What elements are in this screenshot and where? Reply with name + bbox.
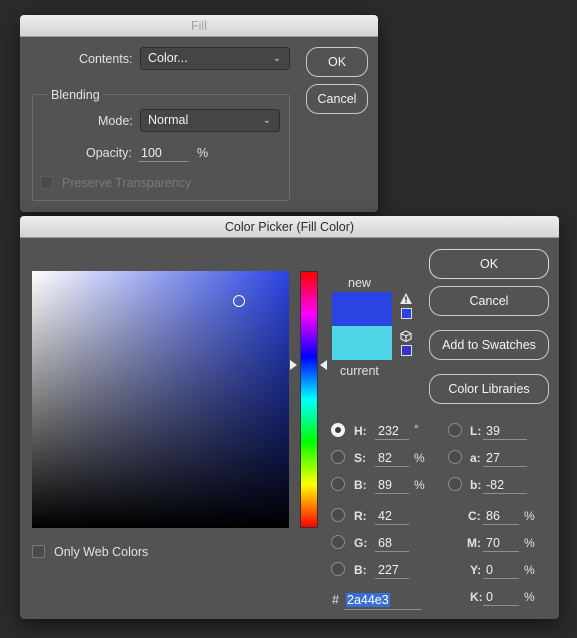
saturation-label: S: — [354, 451, 366, 465]
hex-prefix: # — [332, 593, 339, 607]
magenta-unit: % — [524, 536, 535, 550]
opacity-input[interactable]: 100 — [138, 144, 188, 162]
b-channel-input[interactable]: -82 — [483, 476, 527, 494]
current-color-swatch[interactable] — [332, 326, 392, 360]
brightness-radio[interactable] — [331, 477, 345, 491]
mode-label: Mode: — [98, 114, 133, 128]
saturation-unit: % — [414, 451, 425, 465]
black-label: K: — [470, 590, 483, 604]
gamut-color-swatch[interactable] — [401, 308, 412, 319]
cyan-label: C: — [468, 509, 481, 523]
a-channel-radio[interactable] — [448, 450, 462, 464]
contents-select[interactable]: Color... ⌄ — [140, 47, 290, 70]
fill-cancel-button[interactable]: Cancel — [306, 84, 368, 114]
blue-input[interactable]: 227 — [375, 561, 409, 579]
color-libraries-button[interactable]: Color Libraries — [429, 374, 549, 404]
new-color-swatch — [332, 292, 392, 326]
a-channel-input[interactable]: 27 — [483, 449, 527, 467]
out-of-gamut-warning-icon[interactable] — [400, 293, 412, 304]
fill-dialog: Fill Contents: Color... ⌄ OK Cancel Blen… — [20, 15, 378, 212]
fill-ok-button[interactable]: OK — [306, 47, 368, 77]
cyan-unit: % — [524, 509, 535, 523]
saturation-radio[interactable] — [331, 450, 345, 464]
mode-select[interactable]: Normal ⌄ — [140, 109, 280, 132]
preserve-transparency-label: Preserve Transparency — [62, 176, 192, 190]
red-label: R: — [354, 509, 367, 523]
add-to-swatches-button[interactable]: Add to Swatches — [429, 330, 549, 360]
current-label: current — [340, 364, 379, 378]
green-input[interactable]: 68 — [375, 534, 409, 552]
web-safe-cube-icon[interactable] — [400, 330, 412, 342]
color-field[interactable] — [32, 271, 289, 528]
hex-input-value: 2a44e3 — [346, 593, 390, 607]
hue-input[interactable]: 232 — [375, 422, 409, 440]
lightness-input[interactable]: 39 — [483, 422, 527, 440]
blending-legend: Blending — [48, 88, 103, 102]
yellow-unit: % — [524, 563, 535, 577]
opacity-unit: % — [197, 146, 209, 160]
yellow-label: Y: — [470, 563, 482, 577]
web-safe-color-swatch[interactable] — [401, 345, 412, 356]
preserve-transparency-checkbox[interactable] — [40, 176, 53, 189]
blue-radio[interactable] — [331, 562, 345, 576]
hue-label: H: — [354, 424, 367, 438]
only-web-colors-checkbox[interactable] — [32, 545, 45, 558]
magenta-label: M: — [467, 536, 481, 550]
brightness-label: B: — [354, 478, 367, 492]
chevron-down-icon: ⌄ — [272, 53, 281, 64]
green-label: G: — [354, 536, 368, 550]
magenta-input[interactable]: 70 — [483, 534, 519, 552]
only-web-colors-label: Only Web Colors — [54, 545, 149, 559]
contents-select-value: Color... — [148, 51, 188, 65]
color-field-cursor[interactable] — [233, 295, 245, 307]
mode-select-value: Normal — [148, 113, 189, 127]
a-channel-label: a: — [470, 451, 481, 465]
black-unit: % — [524, 590, 535, 604]
blue-label: B: — [354, 563, 367, 577]
opacity-label: Opacity: — [86, 146, 132, 160]
color-picker-dialog: Color Picker (Fill Color) new current OK… — [20, 216, 559, 619]
b-channel-label: b: — [470, 478, 482, 492]
saturation-input[interactable]: 82 — [375, 449, 409, 467]
yellow-input[interactable]: 0 — [483, 561, 519, 579]
fill-dialog-title[interactable]: Fill — [20, 15, 378, 37]
b-channel-radio[interactable] — [448, 477, 462, 491]
lightness-radio[interactable] — [448, 423, 462, 437]
green-radio[interactable] — [331, 535, 345, 549]
brightness-unit: % — [414, 478, 425, 492]
new-label: new — [348, 276, 371, 290]
contents-label: Contents: — [79, 52, 133, 66]
lightness-label: L: — [470, 424, 482, 438]
hue-unit: ° — [414, 422, 419, 436]
black-input[interactable]: 0 — [483, 588, 519, 606]
red-radio[interactable] — [331, 508, 345, 522]
cyan-input[interactable]: 86 — [483, 507, 519, 525]
hue-slider-left-handle[interactable] — [290, 360, 297, 370]
hue-slider[interactable] — [300, 271, 318, 528]
hex-input[interactable]: 2a44e3 — [344, 592, 422, 610]
brightness-input[interactable]: 89 — [375, 476, 409, 494]
picker-cancel-button[interactable]: Cancel — [429, 286, 549, 316]
hue-radio[interactable] — [331, 423, 345, 437]
chevron-down-icon: ⌄ — [262, 115, 271, 126]
hue-slider-right-handle[interactable] — [320, 360, 327, 370]
picker-ok-button[interactable]: OK — [429, 249, 549, 279]
red-input[interactable]: 42 — [375, 507, 409, 525]
color-picker-title[interactable]: Color Picker (Fill Color) — [20, 216, 559, 238]
